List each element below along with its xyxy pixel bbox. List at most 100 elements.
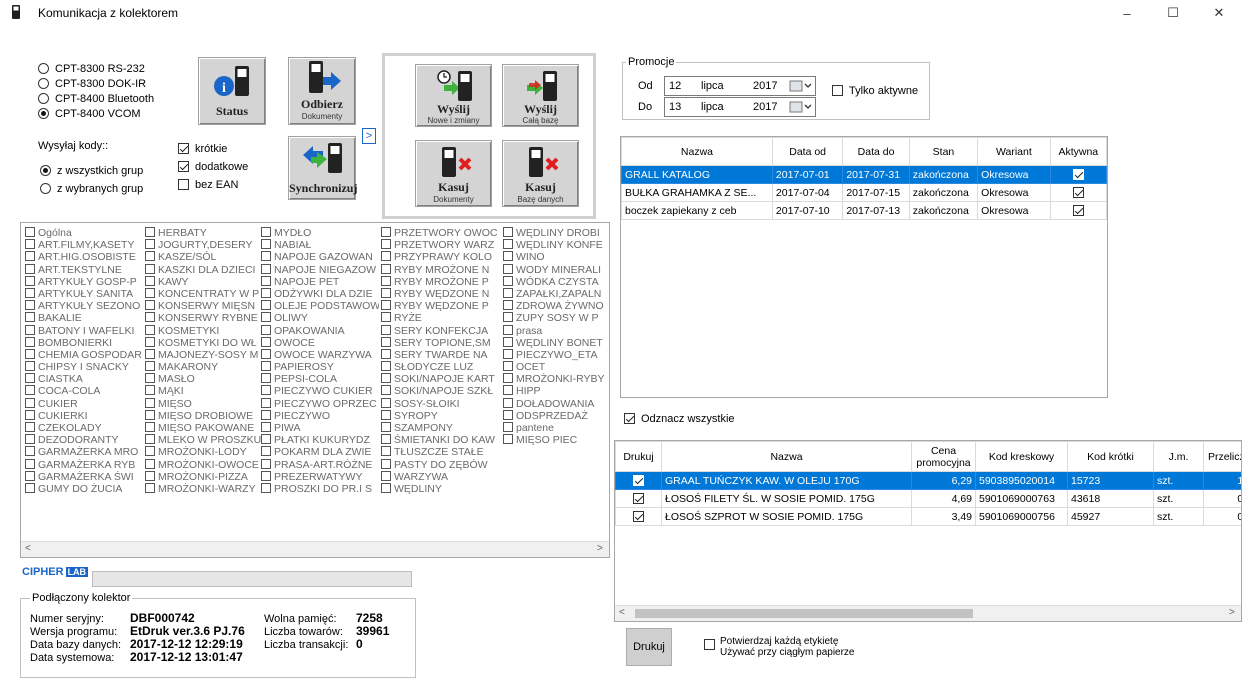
device-option-1[interactable]: CPT-8300 DOK-IR bbox=[38, 77, 154, 92]
category-item[interactable]: CZEKOLADY bbox=[25, 422, 143, 434]
category-item[interactable]: KONSERWY RYBNE bbox=[145, 312, 263, 324]
maximize-button[interactable]: ☐ bbox=[1150, 0, 1196, 26]
category-item[interactable]: PŁATKI KUKURYDZ bbox=[261, 434, 379, 446]
category-item[interactable]: ZUPY SOSY W P bbox=[503, 312, 607, 324]
category-item[interactable]: COCA-COLA bbox=[25, 385, 143, 397]
category-item[interactable]: MIĘSO PAKOWANE bbox=[145, 422, 263, 434]
category-item[interactable]: MAKARONY bbox=[145, 361, 263, 373]
category-item[interactable]: KASZE/SÓL bbox=[145, 251, 263, 263]
category-item[interactable]: SERY TWARDE NA bbox=[381, 348, 499, 361]
category-item[interactable]: SYROPY bbox=[381, 409, 499, 422]
category-item[interactable]: RYBY WĘDZONE P bbox=[381, 300, 499, 312]
category-item[interactable]: MĄKI bbox=[145, 385, 263, 397]
group-option-selected[interactable]: z wybranych grup bbox=[40, 180, 143, 198]
category-item[interactable]: WĘDLINY KONFE bbox=[503, 239, 607, 251]
print-button[interactable]: Drukuj bbox=[626, 628, 672, 666]
category-item[interactable]: ODŻYWKI DLA DZIE bbox=[261, 287, 379, 300]
col-unit[interactable]: J.m. bbox=[1153, 441, 1204, 472]
col-product-name[interactable]: Nazwa bbox=[661, 441, 912, 472]
category-item[interactable]: CHEMIA GOSPODAR bbox=[25, 348, 143, 361]
category-item[interactable]: PRZYPRAWY KOLO bbox=[381, 251, 499, 263]
category-item[interactable]: SOSY-SŁOIKI bbox=[381, 397, 499, 410]
promotion-row[interactable]: GRALL KATALOG 2017-07-01 2017-07-31 zakończ… bbox=[621, 165, 1107, 184]
category-item[interactable]: ART.TEKSTYLNE bbox=[25, 263, 143, 276]
category-item[interactable]: BATONY I WAFELKI bbox=[25, 324, 143, 337]
category-item[interactable]: HERBATY bbox=[145, 227, 263, 239]
send-new-button[interactable]: Wyślij Nowe i zmiany bbox=[415, 64, 492, 127]
product-row[interactable]: GRAAL TUŃCZYK KAW. W OLEJU 170G 6,29 59038… bbox=[615, 471, 1241, 490]
category-item[interactable]: ZAPAŁKI,ZAPALN bbox=[503, 287, 607, 300]
category-item[interactable]: DOŁADOWANIA bbox=[503, 397, 607, 410]
category-item[interactable]: WARZYWA bbox=[381, 470, 499, 483]
category-item[interactable]: TŁUSZCZE STAŁE bbox=[381, 446, 499, 458]
col-name[interactable]: Nazwa bbox=[621, 137, 773, 166]
only-active-checkbox[interactable]: Tylko aktywne bbox=[832, 85, 918, 97]
device-option-2[interactable]: CPT-8400 Bluetooth bbox=[38, 92, 154, 107]
checkbox-checked-icon[interactable] bbox=[633, 492, 644, 504]
category-item[interactable]: ART.HIG.OSOBISTE bbox=[25, 251, 143, 263]
category-item[interactable]: RYBY MROŻONE P bbox=[381, 275, 499, 288]
category-item[interactable]: KAWY bbox=[145, 275, 263, 288]
category-item[interactable]: MROŻONKI-RYBY bbox=[503, 373, 607, 385]
category-item[interactable]: MIĘSO bbox=[145, 397, 263, 410]
category-item[interactable]: OCET bbox=[503, 361, 607, 373]
category-item[interactable]: RYBY WĘDZONE N bbox=[381, 287, 499, 300]
col-variant[interactable]: Wariant bbox=[977, 137, 1051, 166]
group-option-all[interactable]: z wszystkich grup bbox=[40, 162, 143, 180]
category-item[interactable]: CUKIER bbox=[25, 397, 143, 410]
category-item[interactable]: HIPP bbox=[503, 385, 607, 397]
category-item[interactable]: RYŻE bbox=[381, 312, 499, 324]
date-to-picker[interactable]: 13 lipca 2017 bbox=[664, 97, 816, 117]
category-item[interactable]: GARMAŻERKA MRO bbox=[25, 446, 143, 458]
col-state[interactable]: Stan bbox=[908, 137, 979, 166]
category-item[interactable]: PROSZKI DO PR.I S bbox=[261, 482, 379, 495]
category-item[interactable]: PRZETWORY OWOC bbox=[381, 227, 499, 239]
category-item[interactable]: CUKIERKI bbox=[25, 409, 143, 422]
category-item[interactable]: ART.FILMY,KASETY bbox=[25, 239, 143, 251]
category-item[interactable]: PIECZYWO bbox=[261, 409, 379, 422]
category-item[interactable]: pantene bbox=[503, 422, 607, 434]
scroll-right-arrow[interactable]: > bbox=[597, 543, 603, 554]
category-item[interactable]: BOMBONIERKI bbox=[25, 336, 143, 349]
delete-documents-button[interactable]: Kasuj Dokumenty bbox=[415, 140, 492, 207]
category-item[interactable]: SZAMPONY bbox=[381, 422, 499, 434]
category-item[interactable]: WĘDLINY BONET bbox=[503, 336, 607, 349]
category-item[interactable]: ODSPRZEDAŻ bbox=[503, 409, 607, 422]
category-item[interactable]: MLEKO W PROSZKU bbox=[145, 434, 263, 446]
col-to[interactable]: Data do bbox=[842, 137, 910, 166]
product-print-cell[interactable] bbox=[615, 471, 662, 490]
category-item[interactable]: PIECZYWO_ETA bbox=[503, 348, 607, 361]
category-item[interactable]: PRASA-ART.RÓŻNE bbox=[261, 458, 379, 471]
product-print-cell[interactable] bbox=[615, 489, 662, 508]
device-option-0[interactable]: CPT-8300 RS-232 bbox=[38, 62, 154, 77]
minimize-button[interactable]: – bbox=[1104, 0, 1150, 26]
checkbox-checked-icon[interactable] bbox=[1072, 168, 1084, 180]
category-item[interactable]: NAPOJE GAZOWAN bbox=[261, 251, 379, 263]
promotion-row[interactable]: boczek zapiekany z ceb 2017-07-10 2017-07-… bbox=[621, 201, 1107, 220]
checkbox-checked-icon[interactable] bbox=[633, 510, 644, 522]
products-hscrollbar[interactable]: < > bbox=[615, 605, 1241, 621]
checkbox-no-ean[interactable]: bez EAN bbox=[178, 176, 248, 194]
col-short-code[interactable]: Kod krótki bbox=[1067, 441, 1154, 472]
category-hscrollbar[interactable]: < > bbox=[21, 541, 609, 557]
category-item[interactable]: SERY TOPIONE,SM bbox=[381, 336, 499, 349]
product-row[interactable]: ŁOSOŚ FILETY ŚL. W SOSIE POMID. 175G 4,69… bbox=[615, 489, 1241, 508]
category-item[interactable]: MIĘSO PIEC bbox=[503, 434, 607, 446]
calendar-dropdown-icon[interactable] bbox=[789, 100, 813, 117]
scroll-left-arrow[interactable]: < bbox=[619, 607, 625, 618]
expand-button[interactable]: > bbox=[362, 128, 376, 144]
category-item[interactable]: CIASTKA bbox=[25, 373, 143, 385]
date-from-picker[interactable]: 12 lipca 2017 bbox=[664, 76, 816, 96]
category-item[interactable]: WĘDLINY DROBI bbox=[503, 227, 607, 239]
category-item[interactable]: WĘDLINY bbox=[381, 482, 499, 495]
promotion-row[interactable]: BUŁKA GRAHAMKA Z SE... 2017-07-04 2017-07-… bbox=[621, 183, 1107, 202]
category-item[interactable]: OWOCE WARZYWA bbox=[261, 348, 379, 361]
category-item[interactable]: RYBY MROŻONE N bbox=[381, 263, 499, 276]
promotion-active-cell[interactable] bbox=[1049, 165, 1107, 184]
category-item[interactable]: KASZKI DLA DZIECI bbox=[145, 263, 263, 276]
scroll-left-arrow[interactable]: < bbox=[25, 543, 31, 554]
category-item[interactable]: PASTY DO ZĘBÓW bbox=[381, 458, 499, 471]
category-item[interactable]: PEPSI-COLA bbox=[261, 373, 379, 385]
category-list[interactable]: Ogólna ART.FILMY,KASETY ART.HIG.OSOBISTE AR… bbox=[20, 222, 610, 558]
category-item[interactable]: Ogólna bbox=[25, 227, 143, 239]
